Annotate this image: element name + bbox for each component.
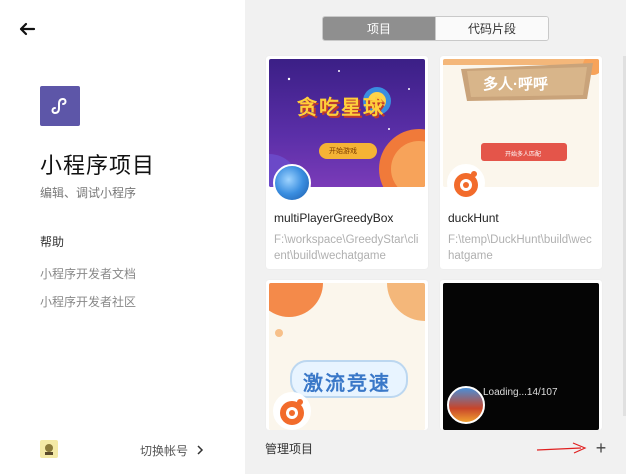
thumbnail-start-label: 开始游戏 xyxy=(329,148,357,155)
project-avatar xyxy=(273,164,311,202)
project-card[interactable]: 多人·呼呼 开始多人匹配 duckHunt F:\temp\DuckHunt\b… xyxy=(440,56,602,269)
projects-panel: 项目 代码片段 贪吃星球 开始游戏 multiPlayerGreedyBox F… xyxy=(245,0,626,474)
help-heading: 帮助 xyxy=(40,235,65,249)
page-subtitle: 编辑、调试小程序 xyxy=(40,186,137,200)
add-project-button[interactable]: + xyxy=(591,438,611,458)
project-path: F:\temp\DuckHunt\build\wechatgame xyxy=(448,234,592,262)
tab-code-snippets[interactable]: 代码片段 xyxy=(435,17,548,40)
loading-text: Loading...14/107 xyxy=(483,387,558,398)
page-title: 小程序项目 xyxy=(40,153,156,178)
developer-community-link[interactable]: 小程序开发者社区 xyxy=(40,293,136,310)
thumbnail-title: 贪吃星球 xyxy=(297,97,385,119)
miniprogram-logo-icon xyxy=(40,86,80,126)
thumbnail-title: 多人·呼呼 xyxy=(483,76,548,93)
project-card[interactable]: 贪吃星球 开始游戏 multiPlayerGreedyBox F:\worksp… xyxy=(266,56,428,269)
tab-projects[interactable]: 项目 xyxy=(323,17,435,40)
thumbnail-title: 激流竞速 xyxy=(303,373,391,395)
annotation-arrow-icon xyxy=(536,442,587,454)
project-path: F:\workspace\GreedyStar\client\build\wec… xyxy=(274,234,419,262)
manage-projects-button[interactable]: 管理项目 xyxy=(265,440,313,457)
switch-account-button[interactable]: 切换帐号 xyxy=(140,442,204,459)
project-card[interactable]: Loading...14/107 xyxy=(440,280,602,430)
project-card[interactable]: 激流竞速 xyxy=(266,280,428,430)
project-name: multiPlayerGreedyBox xyxy=(274,211,394,225)
project-avatar xyxy=(447,386,485,424)
bottom-bar: 管理项目 + xyxy=(245,430,626,474)
project-avatar xyxy=(447,164,485,202)
account-avatar[interactable] xyxy=(40,440,58,458)
project-name: duckHunt xyxy=(448,211,499,225)
thumbnail-start-label: 开始多人匹配 xyxy=(505,152,542,158)
tab-bar: 项目 代码片段 xyxy=(322,16,549,41)
project-avatar xyxy=(273,392,311,430)
sidebar: 小程序项目 编辑、调试小程序 帮助 小程序开发者文档 小程序开发者社区 切换帐号 xyxy=(0,0,245,474)
switch-account-label: 切换帐号 xyxy=(140,444,189,458)
chevron-right-icon xyxy=(196,444,204,458)
developer-docs-link[interactable]: 小程序开发者文档 xyxy=(40,265,136,282)
back-arrow-icon[interactable] xyxy=(16,18,38,40)
